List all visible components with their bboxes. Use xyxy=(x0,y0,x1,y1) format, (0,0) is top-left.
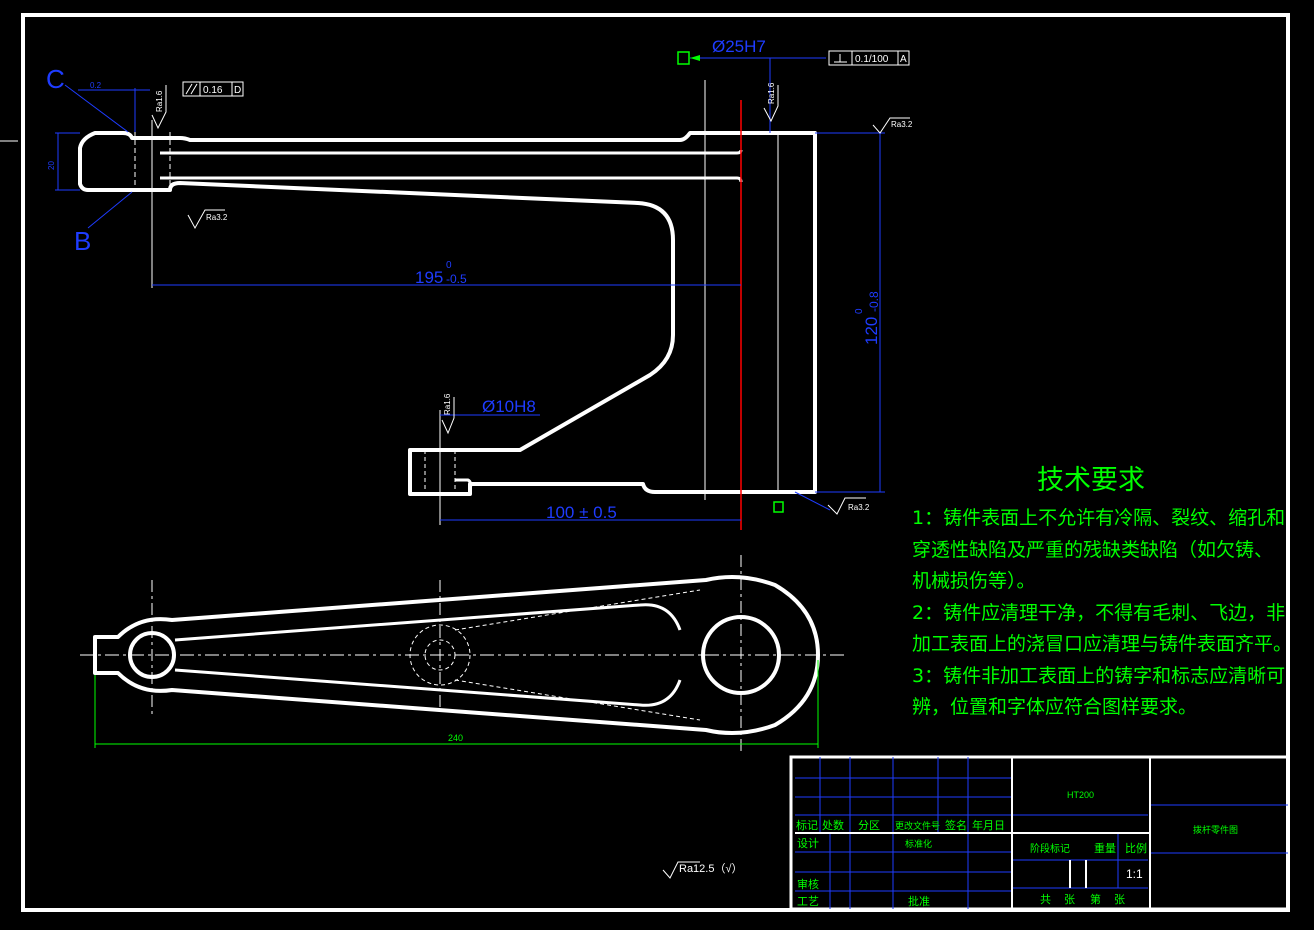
datum-box-a xyxy=(677,51,690,65)
parallel-value: 0.16 xyxy=(203,85,223,96)
small-left-dimension: 20 xyxy=(47,161,56,170)
height-120-dimension: 120 xyxy=(862,317,881,345)
height-120-upper-tol: 0 xyxy=(854,308,865,314)
datum-a-label: A xyxy=(900,54,907,65)
requirement-line: 2：铸件应清理干净，不得有毛刺、飞边，非 xyxy=(912,601,1286,624)
roughness-label: Ra3.2 xyxy=(206,213,228,222)
roughness-label: Ra3.2 xyxy=(891,120,913,129)
roughness-label: Ra1.6 xyxy=(155,90,164,112)
inner-rib-lower xyxy=(174,668,682,707)
roughness-label: Ra3.2 xyxy=(848,503,870,512)
length-100-dimension: 100 ± 0.5 xyxy=(546,503,617,522)
technical-requirements-title: 技术要求 xyxy=(1037,465,1145,496)
front-view-lower-slot xyxy=(160,176,743,183)
design-label: 设计 xyxy=(797,837,819,850)
front-view-upper-slot xyxy=(160,149,743,155)
flatness-value: 0.1/100 xyxy=(855,54,889,65)
process-label: 工艺 xyxy=(797,895,819,908)
bore-10-dimension: Ø10H8 xyxy=(482,397,536,416)
height-120-lower-tol: -0.8 xyxy=(867,291,881,312)
requirement-line: 1：铸件表面上不允许有冷隔、裂纹、缩孔和 xyxy=(912,507,1286,529)
roughness-label: Ra1.6 xyxy=(443,393,452,415)
approval-label: 批准 xyxy=(908,894,930,908)
material-label: HT200 xyxy=(1067,790,1094,800)
top-view-hidden-lines xyxy=(80,555,845,755)
length-195-dimension: 195 xyxy=(415,268,443,287)
front-view-hidden-lines xyxy=(134,80,779,525)
datum-arrow xyxy=(690,55,700,61)
sheet-label: 张 xyxy=(1064,893,1075,906)
header-cell: 更改文件号 xyxy=(895,820,940,831)
length-195-lower-tol: -0.5 xyxy=(446,272,467,286)
roughness-symbols xyxy=(151,85,910,879)
bore-25-dimension: Ø25H7 xyxy=(712,37,766,56)
sheet-label: 第 xyxy=(1090,892,1101,906)
inner-rib-upper xyxy=(174,603,682,642)
part-name: 拨杆零件图 xyxy=(1193,824,1238,835)
view-label-b: B xyxy=(74,226,91,256)
ratio-value: 1:1 xyxy=(1126,867,1143,881)
default-roughness: Ra12.5（√） xyxy=(679,862,743,875)
requirement-line: 机械损伤等）。 xyxy=(912,570,1036,592)
weight-label: 重量 xyxy=(1094,841,1116,855)
title-block-text: HT200 拨杆零件图 标记 处数 分区 更改文件号 签名 年月日 设计 标准化… xyxy=(796,790,1238,908)
stage-mark-label: 阶段标记 xyxy=(1030,842,1070,855)
standardization-label: 标准化 xyxy=(905,838,932,849)
roughness-label: Ra1.6 xyxy=(767,82,776,104)
header-cell: 标记 xyxy=(796,818,818,832)
header-cell: 年月日 xyxy=(972,818,1005,832)
sheet-label: 张 xyxy=(1114,893,1125,906)
view-label-c: C xyxy=(46,64,65,94)
header-cell: 签名 xyxy=(945,818,967,832)
small-top-dimension: 0.2 xyxy=(90,81,102,90)
review-label: 审核 xyxy=(797,877,819,891)
header-cell: 分区 xyxy=(858,819,880,832)
technical-requirements: 技术要求 1：铸件表面上不允许有冷隔、裂纹、缩孔和 穿透性缺陷及严重的残缺类缺陷… xyxy=(912,458,1293,724)
length-195-upper-tol: 0 xyxy=(446,260,452,271)
datum-box-b xyxy=(773,501,784,513)
length-240-dimension: 240 xyxy=(448,733,463,743)
sheet-label: 共 xyxy=(1040,893,1051,906)
datum-d-label: D xyxy=(234,85,241,96)
requirement-line: 3：铸件非加工表面上的铸字和标志应清晰可 xyxy=(912,664,1286,687)
ratio-label: 比例 xyxy=(1125,841,1147,855)
requirement-line: 加工表面上的浇冒口应清理与铸件表面齐平。 xyxy=(912,633,1293,655)
requirement-line: 辨，位置和字体应符合图样要求。 xyxy=(912,696,1198,718)
header-cell: 处数 xyxy=(822,819,844,832)
requirement-line: 穿透性缺陷及严重的残缺类缺陷（如欠铸、 xyxy=(912,538,1274,561)
